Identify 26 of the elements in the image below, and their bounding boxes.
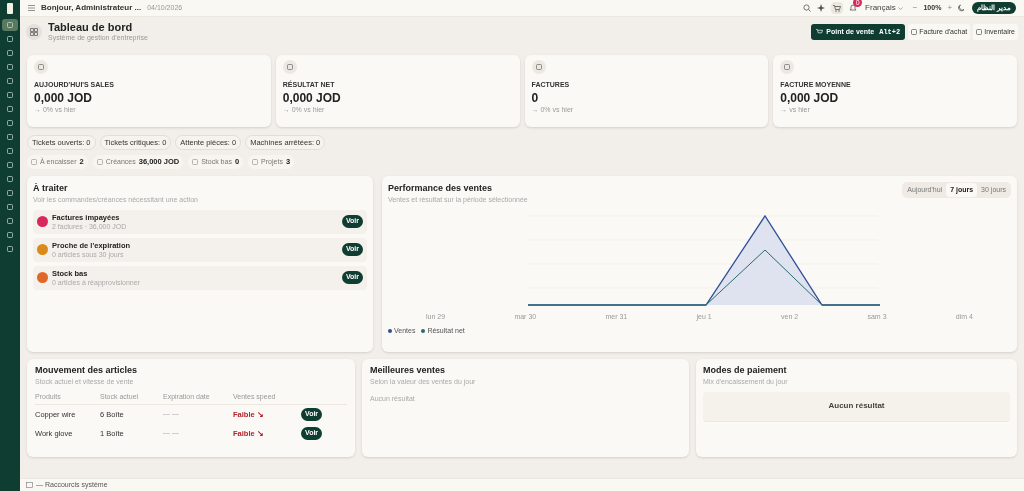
- bell-icon[interactable]: [849, 4, 858, 12]
- language-dropdown[interactable]: Français: [865, 2, 896, 14]
- kpi-value: 0,000 JOD: [34, 90, 94, 105]
- cart-icon: [816, 29, 824, 35]
- card-title: Meilleures ventes: [370, 363, 447, 377]
- menu-icon[interactable]: [28, 5, 35, 11]
- logo-icon: [7, 3, 13, 14]
- kpi-value: 0,000 JOD: [780, 90, 840, 105]
- search-icon[interactable]: [803, 4, 812, 12]
- kpi-value: 0: [531, 90, 540, 105]
- card-title: Performance des ventes: [388, 181, 494, 195]
- sidebar-item[interactable]: [2, 19, 18, 31]
- sparkle-icon[interactable]: [817, 4, 826, 12]
- cart-button[interactable]: [831, 2, 844, 14]
- empty-message: Aucun résultat: [828, 400, 885, 412]
- zoom-out-button[interactable]: −: [912, 2, 918, 14]
- zoom-in-button[interactable]: +: [947, 2, 953, 14]
- dashboard-icon: [26, 24, 42, 40]
- card-title: Modes de paiement: [703, 363, 788, 377]
- chevron-down-icon: [897, 6, 903, 10]
- card-title: Mouvement des articles: [35, 363, 139, 377]
- page-title: Tableau de bord: [48, 20, 134, 33]
- card-title: À traiter: [33, 181, 69, 195]
- moon-icon[interactable]: [958, 4, 967, 12]
- greeting: Bonjour, Administrateur ...: [41, 2, 142, 14]
- kpi-value: 0,000 JOD: [282, 90, 342, 105]
